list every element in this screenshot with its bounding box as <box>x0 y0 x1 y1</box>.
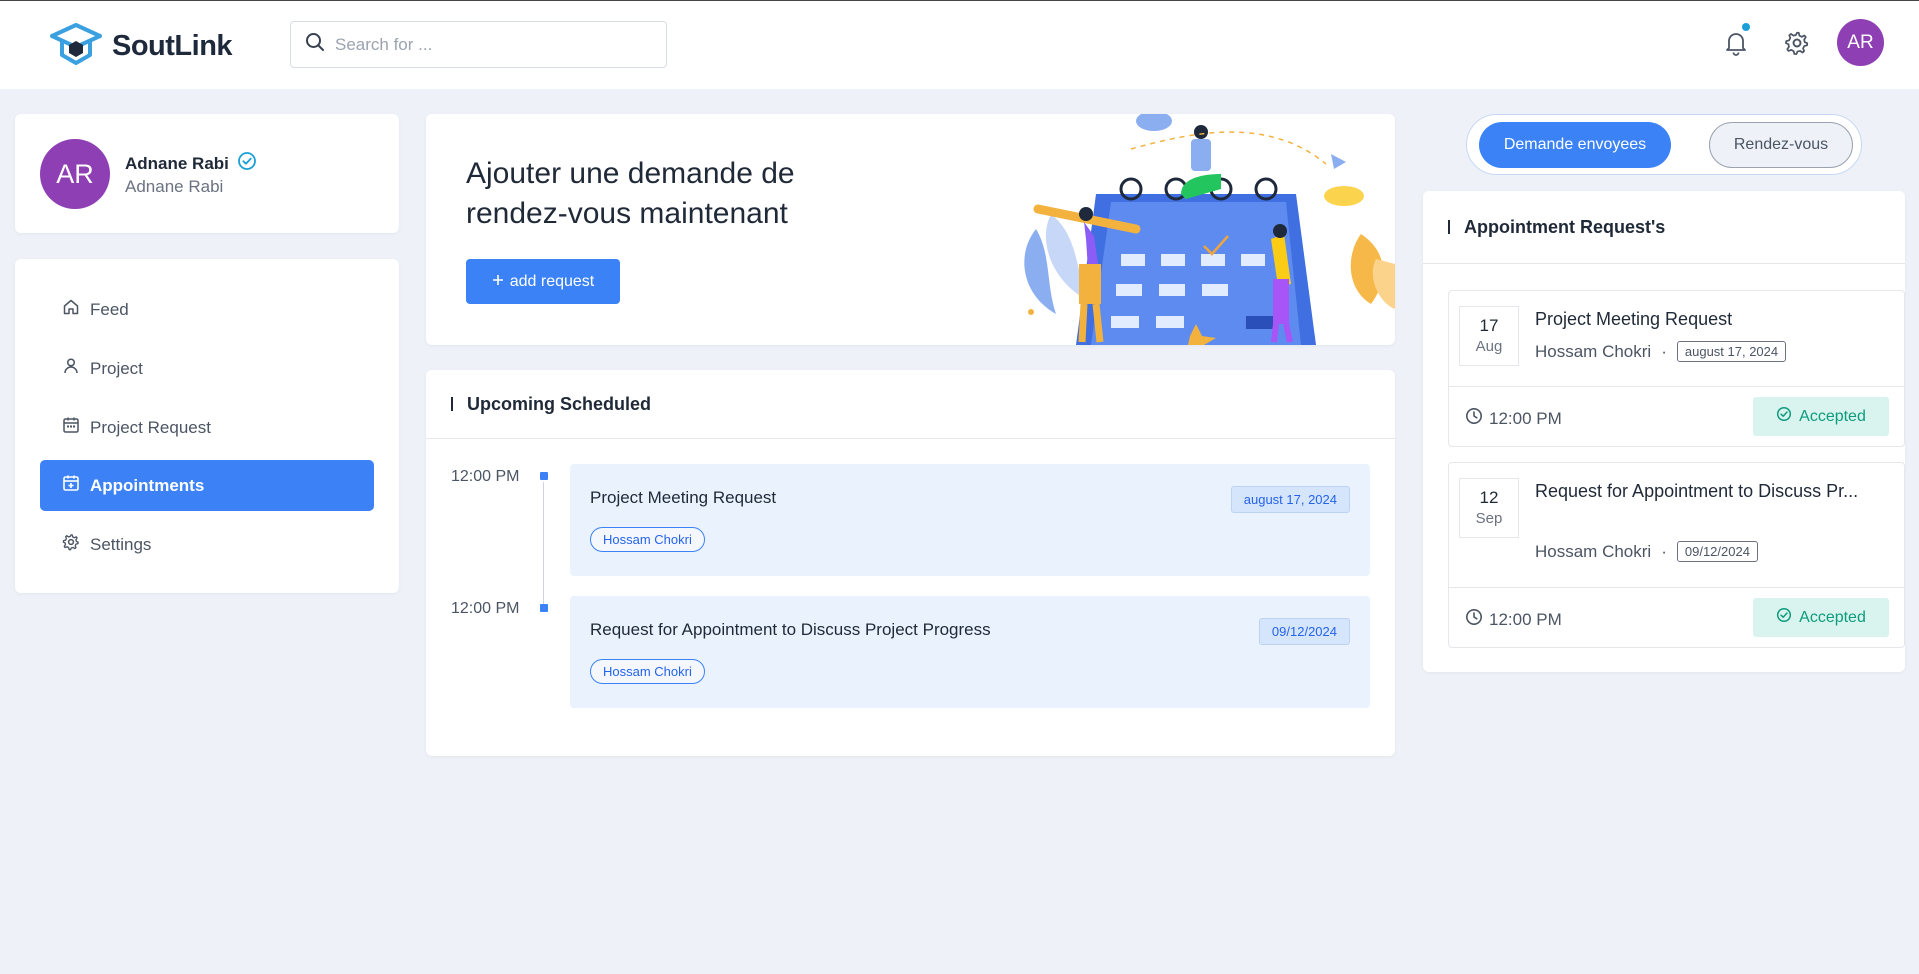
upcoming-scheduled-card: Upcoming Scheduled 12:00 PM Project Meet… <box>426 370 1395 756</box>
header-accent-bar <box>1448 220 1450 234</box>
timeline-dot <box>540 604 548 612</box>
timeline-line <box>543 482 544 612</box>
upcoming-title: Upcoming Scheduled <box>467 393 652 414</box>
profile-subtitle: Adnane Rabi <box>125 177 224 196</box>
event-card[interactable]: Request for Appointment to Discuss Proje… <box>570 596 1370 708</box>
request-date-chip: august 17, 2024 <box>1676 341 1787 362</box>
clock-icon <box>1465 407 1483 430</box>
sidebar-item-label: Project <box>90 358 143 378</box>
event-person-tag: Hossam Chokri <box>590 659 705 684</box>
event-time: 12:00 PM <box>451 600 520 617</box>
profile-name-row: Adnane Rabi <box>125 151 257 176</box>
tab-rendez-vous[interactable]: Rendez-vous <box>1709 122 1853 168</box>
request-footer: 12:00 PM Accepted <box>1449 386 1904 446</box>
request-title: Request for Appointment to Discuss Pr... <box>1535 481 1859 501</box>
notification-dot <box>1742 23 1750 31</box>
request-time-label: 12:00 PM <box>1489 609 1562 629</box>
request-meta: Hossam Chokri · 09/12/2024 <box>1535 541 1758 562</box>
event-title: Request for Appointment to Discuss Proje… <box>590 620 991 639</box>
sidebar-item-label: Appointments <box>90 475 205 495</box>
event-date-badge: august 17, 2024 <box>1230 486 1350 513</box>
profile-name: Adnane Rabi <box>125 153 229 173</box>
sidebar-item-feed[interactable]: Feed <box>40 284 374 335</box>
home-icon <box>62 298 80 321</box>
logo-icon <box>50 23 102 70</box>
request-month: Aug <box>1475 338 1503 355</box>
sidebar-item-project[interactable]: Project <box>40 343 374 394</box>
gear-icon <box>62 533 80 556</box>
status-badge: Accepted <box>1753 598 1889 637</box>
calendar-illustration <box>1024 114 1395 345</box>
search-box[interactable] <box>290 21 667 68</box>
verified-icon <box>237 151 257 176</box>
hero-card: Ajouter une demande de rendez-vous maint… <box>426 114 1395 345</box>
requests-header: Appointment Request's <box>1423 191 1905 264</box>
request-time: 12:00 PM <box>1465 407 1562 430</box>
upcoming-header: Upcoming Scheduled <box>426 370 1395 439</box>
tab-demande-envoyees[interactable]: Demande envoyees <box>1479 122 1671 168</box>
user-avatar[interactable]: AR <box>1837 19 1884 66</box>
sidebar-item-label: Settings <box>90 534 152 554</box>
requests-title: Appointment Request's <box>1464 216 1666 237</box>
app-name: SoutLink <box>112 30 233 62</box>
status-label: Accepted <box>1799 608 1866 626</box>
request-date-chip: 09/12/2024 <box>1676 541 1758 562</box>
appointment-requests-card: Appointment Request's 17 Aug Project Mee… <box>1423 191 1905 672</box>
meta-separator: · <box>1661 341 1667 361</box>
app-logo[interactable]: SoutLink <box>50 23 233 70</box>
timeline-dot <box>540 472 548 480</box>
meta-separator: · <box>1661 541 1667 561</box>
add-request-button[interactable]: add request <box>466 259 620 304</box>
calendar-icon <box>62 416 80 439</box>
request-footer: 12:00 PM Accepted <box>1449 587 1904 647</box>
notifications-button[interactable] <box>1720 23 1752 61</box>
calendar-plus-icon <box>62 474 80 497</box>
request-title: Project Meeting Request <box>1535 309 1733 329</box>
request-month: Sep <box>1475 510 1503 527</box>
sidebar-item-settings[interactable]: Settings <box>40 519 374 570</box>
profile-card: AR Adnane Rabi Adnane Rabi <box>15 114 399 233</box>
request-time: 12:00 PM <box>1465 608 1562 631</box>
clock-icon <box>1465 608 1483 631</box>
sidebar-item-label: Project Request <box>90 417 211 437</box>
request-item[interactable]: 12 Sep Request for Appointment to Discus… <box>1448 462 1905 648</box>
top-bar: SoutLink AR <box>0 0 1919 89</box>
profile-avatar: AR <box>40 139 110 209</box>
check-circle-icon <box>1776 607 1792 628</box>
settings-button[interactable] <box>1781 29 1813 61</box>
user-icon <box>62 357 80 380</box>
hero-headline: Ajouter une demande de rendez-vous maint… <box>466 157 795 230</box>
request-date-box: 12 Sep <box>1459 478 1519 538</box>
sidebar-item-label: Feed <box>90 299 129 319</box>
event-title: Project Meeting Request <box>590 488 777 507</box>
search-input[interactable] <box>335 34 645 55</box>
bell-icon <box>1724 30 1748 61</box>
request-person: Hossam Chokri <box>1535 341 1652 361</box>
sidebar-nav: Feed Project Project Request Appointment… <box>15 259 399 593</box>
event-person-tag: Hossam Chokri <box>590 527 705 552</box>
request-day: 12 <box>1479 488 1499 507</box>
request-item[interactable]: 17 Aug Project Meeting Request Hossam Ch… <box>1448 290 1905 447</box>
request-meta: Hossam Chokri · august 17, 2024 <box>1535 341 1787 362</box>
plus-icon <box>492 273 504 291</box>
sidebar-item-appointments[interactable]: Appointments <box>40 460 374 511</box>
sidebar-item-project-request[interactable]: Project Request <box>40 402 374 453</box>
request-time-label: 12:00 PM <box>1489 408 1562 428</box>
request-person: Hossam Chokri <box>1535 541 1652 561</box>
header-accent-bar <box>451 397 453 411</box>
event-time: 12:00 PM <box>451 468 520 485</box>
event-card[interactable]: Project Meeting Request august 17, 2024 … <box>570 464 1370 576</box>
request-date-box: 17 Aug <box>1459 306 1519 366</box>
check-circle-icon <box>1776 406 1792 427</box>
status-label: Accepted <box>1799 407 1866 425</box>
request-day: 17 <box>1479 316 1499 335</box>
event-date-badge: 09/12/2024 <box>1258 618 1350 645</box>
add-request-label: add request <box>509 272 595 290</box>
search-icon <box>305 32 325 57</box>
requests-toggle: Demande envoyees Rendez-vous <box>1466 114 1862 175</box>
status-badge: Accepted <box>1753 397 1889 436</box>
gear-icon <box>1784 30 1810 61</box>
